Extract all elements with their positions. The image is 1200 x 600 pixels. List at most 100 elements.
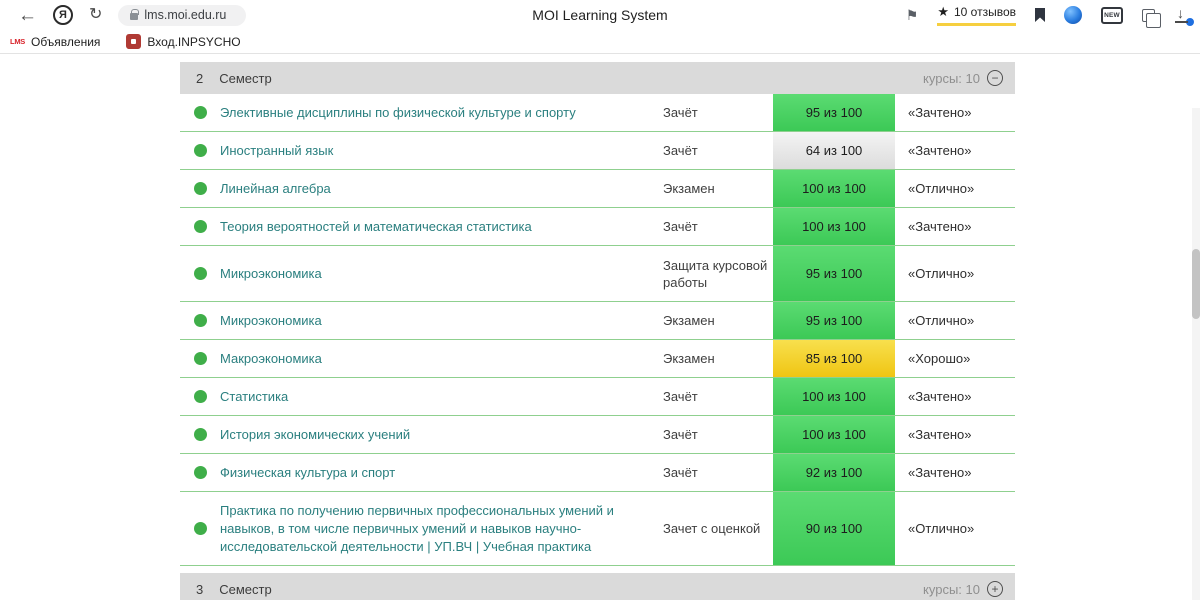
exam-type-label: Зачёт (663, 465, 698, 480)
bookmark-item-inpsycho[interactable]: Вход.INPSYCHO (126, 34, 241, 49)
status-dot-icon (194, 352, 207, 365)
course-link[interactable]: Теория вероятностей и математическая ста… (220, 219, 532, 234)
status-dot-icon (194, 428, 207, 441)
exam-type-label: Зачёт (663, 105, 698, 120)
grade-label: «Отлично» (908, 181, 975, 196)
bookmark-item-announcements[interactable]: LMS Объявления (10, 34, 100, 49)
status-dot-icon (194, 220, 207, 233)
inpsycho-favicon (126, 34, 142, 49)
bookmark-label: Вход.INPSYCHO (147, 34, 241, 49)
score-cell: 95 из 100 (773, 302, 895, 339)
url-text: lms.moi.edu.ru (144, 8, 227, 22)
status-dot-icon (194, 267, 207, 280)
score-cell: 100 из 100 (773, 416, 895, 453)
grade-label: «Зачтено» (908, 389, 972, 404)
table-row: Иностранный язык Зачёт 64 из 100 «Зачтен… (180, 132, 1015, 170)
new-extension-icon[interactable]: NEW (1101, 6, 1123, 24)
grade-label: «Зачтено» (908, 465, 972, 480)
status-dot-icon (194, 182, 207, 195)
bookmark-flag-icon[interactable] (1035, 8, 1045, 22)
reviews-button[interactable]: ★ 10 отзывов (937, 4, 1016, 26)
exam-type-label: Зачёт (663, 427, 698, 442)
courses-count: курсы: 10 (923, 581, 980, 597)
table-row: Микроэкономика Экзамен 95 из 100 «Отличн… (180, 302, 1015, 340)
status-dot-icon (194, 144, 207, 157)
blue-extension-icon[interactable] (1064, 6, 1082, 24)
semester-label: Семестр (219, 581, 272, 597)
status-dot-icon (194, 390, 207, 403)
collections-icon[interactable] (1142, 8, 1161, 28)
exam-type-label: Зачёт (663, 143, 698, 158)
semester-3-header: 3 Семестр курсы: 10 + (180, 573, 1015, 600)
table-row: Практика по получению первичных професси… (180, 492, 1015, 566)
table-row: Элективные дисциплины по физической куль… (180, 94, 1015, 132)
course-link[interactable]: Микроэкономика (220, 266, 322, 281)
collapse-button[interactable]: − (987, 70, 1003, 86)
table-row: История экономических учений Зачёт 100 и… (180, 416, 1015, 454)
score-cell: 90 из 100 (773, 492, 895, 565)
score-cell: 95 из 100 (773, 94, 895, 131)
course-link[interactable]: История экономических учений (220, 427, 410, 442)
toolbar-right-icons: ⚑ ★ 10 отзывов NEW ↓ (906, 0, 1195, 30)
grade-label: «Зачтено» (908, 427, 972, 442)
page-title: MOI Learning System (532, 7, 668, 23)
bookmarks-bar: LMS Объявления Вход.INPSYCHO (0, 30, 1200, 54)
course-link[interactable]: Статистика (220, 389, 288, 404)
plus-icon: + (991, 581, 999, 596)
table-row: Микроэкономика Защита курсовой работы 95… (180, 246, 1015, 302)
course-link[interactable]: Физическая культура и спорт (220, 465, 395, 480)
grade-label: «Отлично» (908, 266, 975, 281)
score-cell: 100 из 100 (773, 170, 895, 207)
scrollbar-track[interactable] (1192, 108, 1200, 600)
expand-button[interactable]: + (987, 581, 1003, 597)
lock-icon (130, 9, 140, 20)
grade-label: «Отлично» (908, 521, 975, 536)
semester-2-header: 2 Семестр курсы: 10 − (180, 62, 1015, 94)
back-button[interactable]: ← (18, 6, 37, 25)
download-badge (1185, 17, 1195, 27)
course-link[interactable]: Линейная алгебра (220, 181, 331, 196)
status-dot-icon (194, 466, 207, 479)
browser-toolbar: ← Я ↻ lms.moi.edu.ru MOI Learning System… (0, 0, 1200, 30)
exam-type-label: Защита курсовой работы (663, 257, 768, 290)
scrollbar-thumb[interactable] (1192, 249, 1200, 319)
exam-type-label: Зачет с оценкой (663, 521, 761, 536)
semester-number: 3 (196, 581, 204, 597)
download-arrow-icon: ↓ (1177, 5, 1184, 21)
courses-count: курсы: 10 (923, 70, 980, 86)
table-row: Статистика Зачёт 100 из 100 «Зачтено» (180, 378, 1015, 416)
page-content: 2 Семестр курсы: 10 − Элективные дисципл… (0, 54, 1200, 600)
score-cell: 85 из 100 (773, 340, 895, 377)
status-dot-icon (194, 106, 207, 119)
course-link[interactable]: Микроэкономика (220, 313, 322, 328)
status-dot-icon (194, 314, 207, 327)
exam-type-label: Экзамен (663, 351, 715, 366)
exam-type-label: Экзамен (663, 313, 715, 328)
grade-label: «Хорошо» (908, 351, 971, 366)
grade-label: «Зачтено» (908, 143, 972, 158)
lms-favicon: LMS (10, 37, 25, 46)
bookmark-label: Объявления (31, 34, 101, 49)
downloads-button[interactable]: ↓ (1174, 5, 1195, 27)
course-link[interactable]: Практика по получению первичных професси… (220, 503, 614, 554)
yandex-button[interactable]: Я (53, 5, 73, 25)
course-link[interactable]: Иностранный язык (220, 143, 333, 158)
gradebook-table: 2 Семестр курсы: 10 − Элективные дисципл… (180, 54, 1015, 600)
yandex-logo-icon: Я (59, 9, 67, 21)
table-row: Макроэкономика Экзамен 85 из 100 «Хорошо… (180, 340, 1015, 378)
refresh-button[interactable]: ↻ (89, 7, 102, 23)
grade-label: «Зачтено» (908, 219, 972, 234)
score-cell: 64 из 100 (773, 132, 895, 169)
status-dot-icon (194, 522, 207, 535)
semester-number: 2 (196, 70, 204, 86)
course-link[interactable]: Элективные дисциплины по физической куль… (220, 105, 576, 120)
minus-icon: − (991, 70, 999, 85)
semester-label: Семестр (219, 70, 272, 86)
exam-type-label: Зачёт (663, 389, 698, 404)
flag-extension-icon[interactable]: ⚑ (906, 8, 919, 22)
exam-type-label: Зачёт (663, 219, 698, 234)
course-link[interactable]: Макроэкономика (220, 351, 322, 366)
address-bar[interactable]: lms.moi.edu.ru (118, 4, 247, 26)
exam-type-label: Экзамен (663, 181, 715, 196)
reviews-label: 10 отзывов (953, 5, 1016, 19)
